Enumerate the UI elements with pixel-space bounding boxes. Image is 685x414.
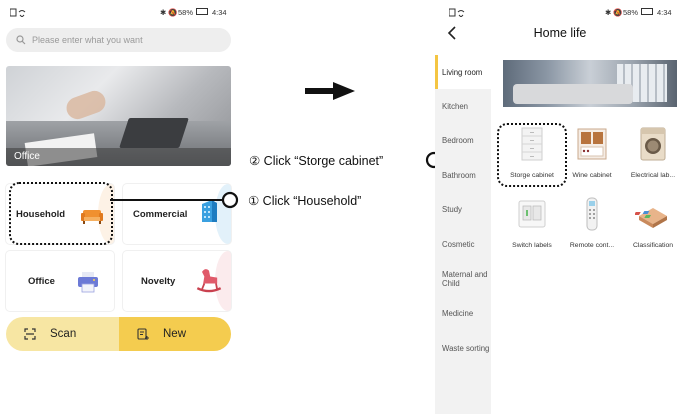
banner-hand xyxy=(63,87,109,123)
household-highlight-box xyxy=(9,182,113,245)
card-label: Novelty xyxy=(141,275,176,287)
step1-connector xyxy=(110,191,239,209)
search-icon xyxy=(16,35,26,45)
page-title: Home life xyxy=(533,26,587,40)
grid-item-classification[interactable]: Classification xyxy=(623,196,683,249)
status-bar-right: ✱ 🔕 58% 4:34 xyxy=(435,6,685,18)
banner-sofa xyxy=(513,84,633,104)
remote-icon xyxy=(586,197,598,231)
grid-item-switch-labels[interactable]: Switch labels xyxy=(502,196,562,249)
grid-item-label: Electrical lab... xyxy=(630,172,676,179)
storge-cabinet-highlight-box xyxy=(497,123,567,187)
step1-annotation: ① Click “Household” xyxy=(248,194,362,208)
card-label: Commercial xyxy=(133,208,188,220)
sidebar-item-waste-sorting[interactable]: Waste sorting xyxy=(442,344,494,353)
card-label: Office xyxy=(28,275,55,287)
grid-item-label: Remote cont... xyxy=(569,242,615,249)
mute-icon: 🔕 xyxy=(613,7,623,17)
search-placeholder: Please enter what you want xyxy=(32,35,143,45)
banner-caption: Office xyxy=(6,148,231,166)
status-bar-right: ✱ 🔕 58% 4:34 xyxy=(0,6,238,18)
sidebar-item-living-room[interactable]: Living room xyxy=(442,68,494,77)
scan-label: Scan xyxy=(50,328,77,340)
new-button[interactable]: New xyxy=(119,317,231,351)
grid-item-wine-cabinet[interactable]: Wine cabinet xyxy=(562,126,622,179)
sidebar-item-bathroom[interactable]: Bathroom xyxy=(442,171,494,180)
battery-icon xyxy=(641,8,653,15)
sidebar-item-medicine[interactable]: Medicine xyxy=(442,309,494,318)
living-room-banner xyxy=(503,60,677,107)
battery-percent: 58% xyxy=(623,7,639,17)
sidebar-item-maternal-and-child[interactable]: Maternal and Child xyxy=(442,270,492,288)
scan-icon xyxy=(24,328,36,340)
battery-percent: 58% xyxy=(178,7,194,17)
bottom-action-bar: Scan New xyxy=(6,317,231,351)
rocking-horse-icon xyxy=(196,269,222,293)
classification-icon xyxy=(634,208,667,228)
sidebar-item-study[interactable]: Study xyxy=(442,205,494,214)
status-time: 4:34 xyxy=(657,7,672,17)
grid-item-label: Wine cabinet xyxy=(572,172,612,179)
switch-icon xyxy=(518,200,546,228)
category-card-novelty[interactable]: Novelty xyxy=(123,251,231,311)
step2-annotation: ② Click “Storge cabinet” xyxy=(249,154,384,168)
new-label: New xyxy=(163,328,187,340)
status-time: 4:34 xyxy=(212,7,227,17)
right-phone-screen: ✱ 🔕 58% 4:34 Home life Living room Kitch… xyxy=(435,0,685,414)
scan-button[interactable]: Scan xyxy=(6,317,119,351)
banner-laptop xyxy=(119,118,189,148)
grid-item-electrical-lab[interactable]: Electrical lab... xyxy=(623,126,683,179)
sidebar-item-cosmetic[interactable]: Cosmetic xyxy=(442,240,494,249)
office-banner[interactable]: Office xyxy=(6,66,231,166)
sidebar-item-bedroom[interactable]: Bedroom xyxy=(442,136,494,145)
mute-icon: 🔕 xyxy=(168,7,178,17)
grid-item-remote-control[interactable]: Remote cont... xyxy=(562,196,622,249)
flow-arrow-icon xyxy=(305,82,355,100)
search-input[interactable]: Please enter what you want xyxy=(6,28,231,52)
category-card-office[interactable]: Office xyxy=(6,251,114,311)
sidebar-item-kitchen[interactable]: Kitchen xyxy=(442,102,494,111)
printer-icon xyxy=(78,272,98,293)
new-document-icon xyxy=(137,328,149,340)
washing-machine-icon xyxy=(640,127,666,161)
bluetooth-icon: ✱ xyxy=(605,7,612,17)
wine-cabinet-icon xyxy=(577,128,607,160)
bluetooth-icon: ✱ xyxy=(160,7,167,17)
battery-icon xyxy=(196,8,208,15)
grid-item-label: Switch labels xyxy=(512,242,552,249)
grid-item-label: Classification xyxy=(632,242,674,249)
